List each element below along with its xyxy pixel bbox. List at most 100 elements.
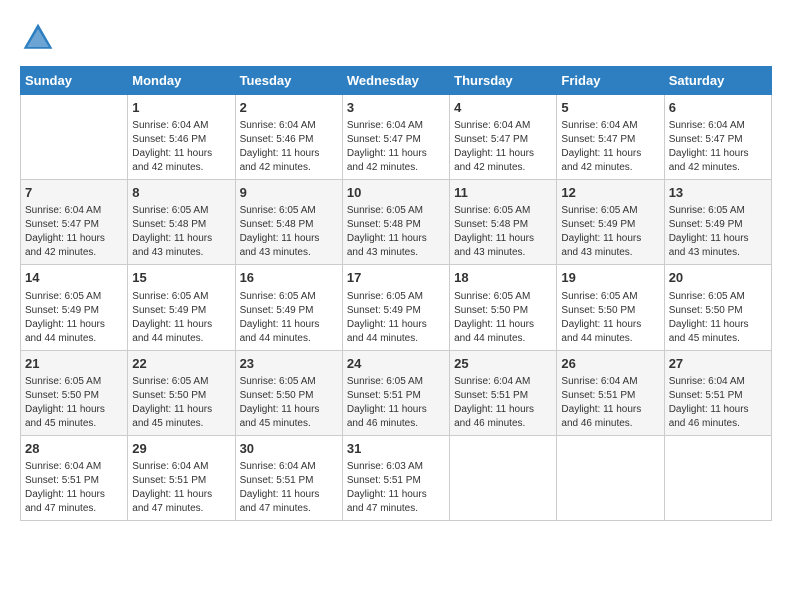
day-cell: 30 Sunrise: 6:04 AM Sunset: 5:51 PM Dayli…	[235, 435, 342, 520]
day-number: 10	[347, 184, 445, 202]
day-info: Sunrise: 6:05 AM Sunset: 5:50 PM Dayligh…	[561, 290, 659, 346]
day-cell: 20 Sunrise: 6:05 AM Sunset: 5:50 PM Dayli…	[664, 265, 771, 350]
day-cell	[557, 435, 664, 520]
header-row: SundayMondayTuesdayWednesdayThursdayFrid…	[21, 67, 772, 95]
day-cell: 2 Sunrise: 6:04 AM Sunset: 5:46 PM Daylig…	[235, 95, 342, 180]
day-cell: 1 Sunrise: 6:04 AM Sunset: 5:46 PM Daylig…	[128, 95, 235, 180]
day-number: 2	[240, 99, 338, 117]
day-cell: 27Sunrise: 6:04 AM Sunset: 5:51 PM Dayli…	[664, 350, 771, 435]
day-cell: 4 Sunrise: 6:04 AM Sunset: 5:47 PM Daylig…	[450, 95, 557, 180]
week-row-3: 14 Sunrise: 6:05 AM Sunset: 5:49 PM Dayli…	[21, 265, 772, 350]
day-info: Sunrise: 6:05 AM Sunset: 5:48 PM Dayligh…	[132, 204, 230, 260]
day-cell: 10 Sunrise: 6:05 AM Sunset: 5:48 PM Dayli…	[342, 180, 449, 265]
day-number: 16	[240, 269, 338, 287]
day-number: 13	[669, 184, 767, 202]
day-info: Sunrise: 6:05 AM Sunset: 5:51 PM Dayligh…	[347, 375, 445, 431]
day-cell: 17Sunrise: 6:05 AM Sunset: 5:49 PM Dayli…	[342, 265, 449, 350]
day-cell: 25 Sunrise: 6:04 AM Sunset: 5:51 PM Dayli…	[450, 350, 557, 435]
day-number: 25	[454, 355, 552, 373]
day-number: 3	[347, 99, 445, 117]
day-info: Sunrise: 6:04 AM Sunset: 5:47 PM Dayligh…	[669, 119, 767, 175]
day-info: Sunrise: 6:05 AM Sunset: 5:49 PM Dayligh…	[669, 204, 767, 260]
day-cell: 16 Sunrise: 6:05 AM Sunset: 5:49 PM Dayli…	[235, 265, 342, 350]
day-cell: 28 Sunrise: 6:04 AM Sunset: 5:51 PM Dayli…	[21, 435, 128, 520]
header-cell-monday: Monday	[128, 67, 235, 95]
header-cell-friday: Friday	[557, 67, 664, 95]
day-number: 14	[25, 269, 123, 287]
day-number: 18	[454, 269, 552, 287]
week-row-4: 21 Sunrise: 6:05 AM Sunset: 5:50 PM Dayli…	[21, 350, 772, 435]
day-info: Sunrise: 6:04 AM Sunset: 5:51 PM Dayligh…	[132, 460, 230, 516]
day-info: Sunrise: 6:03 AM Sunset: 5:51 PM Dayligh…	[347, 460, 445, 516]
day-number: 6	[669, 99, 767, 117]
day-cell: 11 Sunrise: 6:05 AM Sunset: 5:48 PM Dayli…	[450, 180, 557, 265]
page-header	[20, 20, 772, 56]
day-info: Sunrise: 6:05 AM Sunset: 5:49 PM Dayligh…	[347, 290, 445, 346]
week-row-1: 1 Sunrise: 6:04 AM Sunset: 5:46 PM Daylig…	[21, 95, 772, 180]
day-cell: 12Sunrise: 6:05 AM Sunset: 5:49 PM Dayli…	[557, 180, 664, 265]
day-info: Sunrise: 6:04 AM Sunset: 5:51 PM Dayligh…	[561, 375, 659, 431]
day-cell	[664, 435, 771, 520]
day-cell: 8 Sunrise: 6:05 AM Sunset: 5:48 PM Daylig…	[128, 180, 235, 265]
day-cell	[21, 95, 128, 180]
day-cell: 22 Sunrise: 6:05 AM Sunset: 5:50 PM Dayli…	[128, 350, 235, 435]
day-info: Sunrise: 6:05 AM Sunset: 5:48 PM Dayligh…	[454, 204, 552, 260]
day-number: 21	[25, 355, 123, 373]
day-info: Sunrise: 6:05 AM Sunset: 5:50 PM Dayligh…	[240, 375, 338, 431]
day-info: Sunrise: 6:04 AM Sunset: 5:51 PM Dayligh…	[454, 375, 552, 431]
day-info: Sunrise: 6:05 AM Sunset: 5:50 PM Dayligh…	[669, 290, 767, 346]
day-number: 11	[454, 184, 552, 202]
day-number: 1	[132, 99, 230, 117]
day-number: 29	[132, 440, 230, 458]
day-cell: 21Sunrise: 6:05 AM Sunset: 5:50 PM Dayli…	[21, 350, 128, 435]
day-number: 20	[669, 269, 767, 287]
day-cell: 5Sunrise: 6:04 AM Sunset: 5:47 PM Daylig…	[557, 95, 664, 180]
day-number: 7	[25, 184, 123, 202]
day-info: Sunrise: 6:04 AM Sunset: 5:47 PM Dayligh…	[454, 119, 552, 175]
day-info: Sunrise: 6:04 AM Sunset: 5:47 PM Dayligh…	[347, 119, 445, 175]
day-number: 8	[132, 184, 230, 202]
day-cell: 14 Sunrise: 6:05 AM Sunset: 5:49 PM Dayli…	[21, 265, 128, 350]
day-number: 5	[561, 99, 659, 117]
logo	[20, 20, 60, 56]
day-number: 4	[454, 99, 552, 117]
day-info: Sunrise: 6:04 AM Sunset: 5:46 PM Dayligh…	[132, 119, 230, 175]
day-number: 22	[132, 355, 230, 373]
week-row-2: 7Sunrise: 6:04 AM Sunset: 5:47 PM Daylig…	[21, 180, 772, 265]
header-cell-tuesday: Tuesday	[235, 67, 342, 95]
header-cell-thursday: Thursday	[450, 67, 557, 95]
week-row-5: 28 Sunrise: 6:04 AM Sunset: 5:51 PM Dayli…	[21, 435, 772, 520]
day-info: Sunrise: 6:05 AM Sunset: 5:50 PM Dayligh…	[454, 290, 552, 346]
day-info: Sunrise: 6:04 AM Sunset: 5:51 PM Dayligh…	[240, 460, 338, 516]
day-cell: 29 Sunrise: 6:04 AM Sunset: 5:51 PM Dayli…	[128, 435, 235, 520]
day-number: 12	[561, 184, 659, 202]
day-number: 19	[561, 269, 659, 287]
day-info: Sunrise: 6:05 AM Sunset: 5:49 PM Dayligh…	[240, 290, 338, 346]
day-number: 31	[347, 440, 445, 458]
day-cell: 9 Sunrise: 6:05 AM Sunset: 5:48 PM Daylig…	[235, 180, 342, 265]
header-cell-wednesday: Wednesday	[342, 67, 449, 95]
day-number: 9	[240, 184, 338, 202]
day-cell: 13 Sunrise: 6:05 AM Sunset: 5:49 PM Dayli…	[664, 180, 771, 265]
day-cell: 15Sunrise: 6:05 AM Sunset: 5:49 PM Dayli…	[128, 265, 235, 350]
day-info: Sunrise: 6:05 AM Sunset: 5:50 PM Dayligh…	[132, 375, 230, 431]
day-cell: 7Sunrise: 6:04 AM Sunset: 5:47 PM Daylig…	[21, 180, 128, 265]
day-number: 15	[132, 269, 230, 287]
day-info: Sunrise: 6:05 AM Sunset: 5:48 PM Dayligh…	[347, 204, 445, 260]
day-cell: 23 Sunrise: 6:05 AM Sunset: 5:50 PM Dayli…	[235, 350, 342, 435]
day-number: 23	[240, 355, 338, 373]
day-info: Sunrise: 6:05 AM Sunset: 5:48 PM Dayligh…	[240, 204, 338, 260]
day-number: 30	[240, 440, 338, 458]
calendar-table: SundayMondayTuesdayWednesdayThursdayFrid…	[20, 66, 772, 521]
day-info: Sunrise: 6:04 AM Sunset: 5:51 PM Dayligh…	[25, 460, 123, 516]
day-cell: 19 Sunrise: 6:05 AM Sunset: 5:50 PM Dayli…	[557, 265, 664, 350]
day-number: 28	[25, 440, 123, 458]
day-cell: 24Sunrise: 6:05 AM Sunset: 5:51 PM Dayli…	[342, 350, 449, 435]
day-info: Sunrise: 6:04 AM Sunset: 5:46 PM Dayligh…	[240, 119, 338, 175]
day-cell: 18 Sunrise: 6:05 AM Sunset: 5:50 PM Dayli…	[450, 265, 557, 350]
day-cell: 3 Sunrise: 6:04 AM Sunset: 5:47 PM Daylig…	[342, 95, 449, 180]
day-info: Sunrise: 6:05 AM Sunset: 5:49 PM Dayligh…	[25, 290, 123, 346]
day-number: 26	[561, 355, 659, 373]
header-cell-saturday: Saturday	[664, 67, 771, 95]
day-number: 27	[669, 355, 767, 373]
